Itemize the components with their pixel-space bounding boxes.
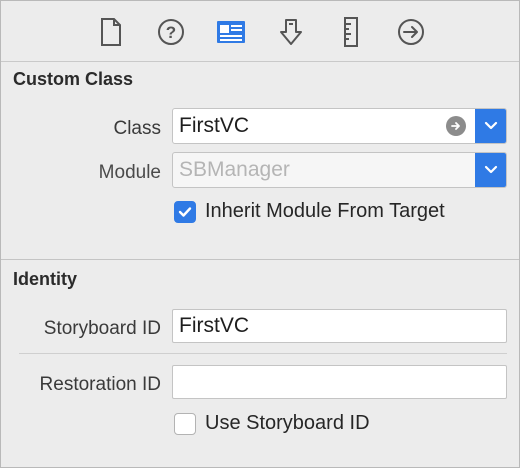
chevron-down-icon[interactable] [475,109,506,143]
inherit-module-checkbox[interactable] [174,200,196,223]
restoration-id-field[interactable] [172,365,507,399]
file-inspector-icon[interactable] [96,17,126,47]
custom-class-title: Custom Class [13,69,134,89]
use-storyboard-id-row[interactable]: Use Storyboard ID [174,412,370,435]
class-label: Class [113,118,161,139]
size-inspector-icon[interactable] [336,17,366,47]
inherit-module-checkbox-row[interactable]: Inherit Module From Target [174,200,445,223]
row-divider [19,353,507,354]
module-combobox[interactable]: SBManager [172,152,507,188]
inherit-module-label: Inherit Module From Target [205,200,445,222]
svg-text:?: ? [166,23,176,42]
chevron-down-icon[interactable] [475,153,506,187]
go-to-class-arrow-icon[interactable] [446,116,466,136]
module-label: Module [98,162,161,183]
identity-inspector-panel: ? Custom Class Class FirstVC Module SBMa… [0,0,520,468]
checkmark-icon [178,206,192,217]
storyboard-id-label: Storyboard ID [43,318,161,339]
class-combobox[interactable]: FirstVC [172,108,507,144]
module-placeholder: SBManager [179,158,290,181]
class-value: FirstVC [179,114,249,137]
quick-help-icon[interactable]: ? [156,17,186,47]
use-storyboard-id-label: Use Storyboard ID [205,412,370,434]
use-storyboard-id-checkbox[interactable] [174,412,196,435]
storyboard-id-field[interactable]: FirstVC [172,309,507,343]
identity-title: Identity [13,269,78,289]
inspector-toolbar: ? [1,1,519,62]
identity-inspector-icon[interactable] [216,17,246,47]
restoration-id-label: Restoration ID [39,374,161,395]
connections-inspector-icon[interactable] [396,17,426,47]
attributes-inspector-icon[interactable] [276,17,306,47]
section-divider [1,259,519,260]
